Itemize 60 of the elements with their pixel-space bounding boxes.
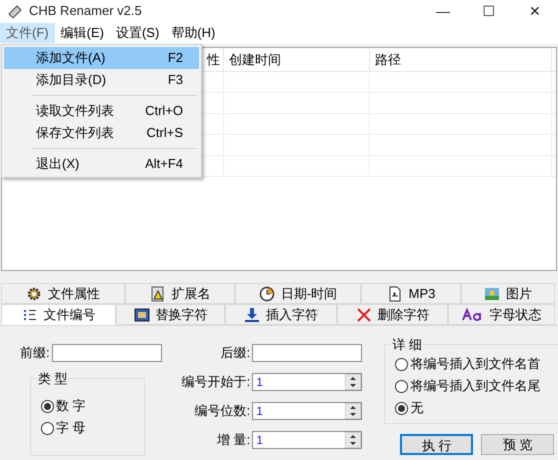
tab[interactable]: 字母状态 xyxy=(448,304,555,325)
radio-label: 将编号插入到文件名首 xyxy=(410,355,540,374)
radio-button[interactable] xyxy=(395,358,408,370)
tab[interactable]: 插入字符 xyxy=(225,304,337,325)
spinner-label: 增 量: xyxy=(217,431,250,450)
menu-entry[interactable]: 添加目录(D) F3 xyxy=(4,69,199,91)
app-icon xyxy=(7,4,23,18)
menu-entry[interactable]: 读取文件列表 Ctrl+O xyxy=(4,100,199,122)
spinner-arrows-icon[interactable] xyxy=(345,403,362,419)
spinner-arrows-icon[interactable] xyxy=(345,374,362,390)
tab[interactable]: MP3 xyxy=(361,283,461,304)
menu-entry[interactable]: 添加文件(A) F2 xyxy=(4,47,199,69)
tab[interactable]: 替换字符 xyxy=(116,304,225,325)
maximize-button[interactable]: ☐ xyxy=(466,0,512,22)
menu-item[interactable]: 设置(S) xyxy=(110,23,166,43)
suffix-label: 后缀: xyxy=(220,344,250,362)
preview-button[interactable]: 预 览 xyxy=(481,434,554,455)
tab[interactable]: 删除字符 xyxy=(337,304,448,325)
radio-button[interactable] xyxy=(395,402,408,414)
radio-button[interactable] xyxy=(41,422,54,434)
spinner-label: 编号开始于: xyxy=(182,373,250,392)
spinner-field[interactable]: 1 xyxy=(252,402,362,420)
execute-button[interactable]: 执 行 xyxy=(400,434,474,455)
radio-label: 将编号插入到文件名尾 xyxy=(410,377,540,396)
tab[interactable]: 图片 xyxy=(461,283,555,304)
image-icon xyxy=(484,286,500,302)
column-header[interactable]: 路径 xyxy=(370,48,552,71)
menu-item[interactable]: 文件(F) xyxy=(0,23,55,43)
menu-entry[interactable]: 退出(X) Alt+F4 xyxy=(4,153,199,175)
tab[interactable]: 文件编号 xyxy=(1,304,116,325)
menu-entry[interactable]: 保存文件列表 Ctrl+S xyxy=(4,122,199,144)
window-title: CHB Renamer v2.5 xyxy=(29,2,142,20)
menu-item[interactable]: 帮助(H) xyxy=(165,23,222,43)
minimize-button[interactable]: — xyxy=(420,0,466,22)
column-header[interactable]: 创建时间 xyxy=(224,48,370,71)
letter-case-icon xyxy=(462,308,484,322)
radio-button[interactable] xyxy=(41,400,54,412)
tab[interactable]: 日期-时间 xyxy=(235,283,361,304)
spinner-field[interactable]: 1 xyxy=(252,373,362,391)
replace-icon xyxy=(134,306,150,322)
prefix-field[interactable] xyxy=(52,344,162,362)
menu-item[interactable]: 编辑(E) xyxy=(54,23,110,43)
tab[interactable]: 扩展名 xyxy=(125,283,235,304)
spinner-label: 编号位数: xyxy=(194,402,250,420)
insert-icon xyxy=(244,306,260,322)
spinner-field[interactable]: 1 xyxy=(252,431,362,449)
radio-label: 无 xyxy=(410,399,424,418)
gear-icon xyxy=(26,286,42,302)
tab[interactable]: 文件属性 xyxy=(1,283,125,304)
close-button[interactable]: ✕ xyxy=(512,0,558,22)
warning-file-icon xyxy=(150,286,166,302)
delete-icon xyxy=(356,306,372,322)
spinner-arrows-icon[interactable] xyxy=(345,432,362,448)
clock-icon xyxy=(258,286,275,302)
radio-label: 数 字 xyxy=(56,397,86,416)
radio-button[interactable] xyxy=(395,380,408,392)
suffix-field[interactable] xyxy=(252,344,362,362)
file-icon xyxy=(386,286,403,302)
prefix-label: 前缀: xyxy=(20,344,50,362)
radio-label: 字 母 xyxy=(56,419,86,438)
